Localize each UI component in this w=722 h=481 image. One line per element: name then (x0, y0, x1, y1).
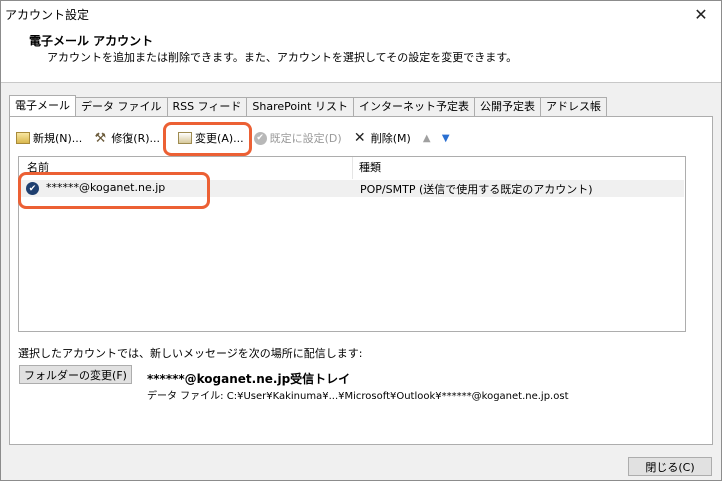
account-name: ******@koganet.ne.jp (46, 181, 166, 194)
column-header-name[interactable]: 名前 (27, 157, 353, 179)
tab-published-calendars[interactable]: 公開予定表 (473, 97, 541, 116)
default-account-check-icon: ✔ (26, 182, 39, 195)
delete-x-icon: ✕ (353, 130, 366, 146)
new-account-button[interactable]: 新規(N)... (13, 128, 85, 148)
tab-address-books[interactable]: アドレス帳 (539, 97, 607, 116)
account-settings-dialog: アカウント設定 ✕ 電子メール アカウント アカウントを追加または削除できます。… (0, 0, 722, 481)
move-up-button[interactable]: ▲ (418, 128, 439, 148)
repair-account-button[interactable]: ⚒ 修復(R)... (89, 128, 163, 148)
new-account-label: 新規(N)... (33, 132, 83, 145)
set-default-label: 既定に設定(D) (269, 132, 342, 145)
tab-rss-feeds[interactable]: RSS フィード (166, 97, 248, 116)
delivery-label: 選択したアカウントでは、新しいメッセージを次の場所に配信します: (18, 347, 363, 360)
new-mail-icon (16, 132, 30, 144)
account-toolbar: 新規(N)... ⚒ 修復(R)... 変更(A)... ✔ 既定に設定(D) … (13, 127, 462, 149)
change-account-label: 変更(A)... (195, 132, 244, 145)
tab-strip: 電子メール データ ファイル RSS フィード SharePoint リスト イ… (9, 95, 607, 117)
tab-internet-calendars[interactable]: インターネット予定表 (352, 97, 475, 116)
change-folder-button[interactable]: フォルダーの変更(F) (19, 365, 132, 384)
header-subtitle: アカウントを追加または削除できます。また、アカウントを選択してその設定を変更でき… (47, 51, 518, 64)
data-file-path: データ ファイル: C:¥User¥Kakinuma¥...¥Microsoft… (147, 391, 569, 402)
account-list[interactable]: 名前 種類 ✔ ******@koganet.ne.jp POP/SMTP (送… (18, 156, 686, 332)
title-bar: アカウント設定 ✕ (1, 1, 721, 29)
dialog-header: 電子メール アカウント アカウントを追加または削除できます。また、アカウントを選… (1, 29, 721, 83)
arrow-down-icon: ▼ (441, 132, 450, 144)
move-down-button[interactable]: ▼ (437, 128, 458, 148)
header-title: 電子メール アカウント (29, 34, 154, 48)
window-title: アカウント設定 (5, 8, 90, 22)
wrench-icon: ⚒ (94, 130, 107, 146)
set-default-button[interactable]: ✔ 既定に設定(D) (251, 128, 345, 148)
repair-account-label: 修復(R)... (111, 132, 161, 145)
tab-data-files[interactable]: データ ファイル (75, 97, 168, 116)
account-type: POP/SMTP (送信で使用する既定のアカウント) (360, 183, 593, 196)
tab-sharepoint-lists[interactable]: SharePoint リスト (246, 97, 354, 116)
delete-account-button[interactable]: ✕ 削除(M) (349, 128, 414, 148)
delete-account-label: 削除(M) (370, 132, 411, 145)
close-icon[interactable]: ✕ (689, 3, 713, 25)
change-account-button[interactable]: 変更(A)... (175, 128, 247, 148)
check-circle-icon: ✔ (253, 131, 267, 145)
arrow-up-icon: ▲ (422, 132, 431, 144)
change-settings-icon (178, 132, 193, 144)
column-header-type[interactable]: 種類 (359, 157, 381, 179)
delivery-location: ******@koganet.ne.jp受信トレイ (147, 372, 351, 386)
close-button[interactable]: 閉じる(C) (628, 457, 712, 476)
account-row[interactable]: ✔ ******@koganet.ne.jp POP/SMTP (送信で使用する… (20, 180, 684, 197)
tab-email[interactable]: 電子メール (9, 95, 76, 116)
